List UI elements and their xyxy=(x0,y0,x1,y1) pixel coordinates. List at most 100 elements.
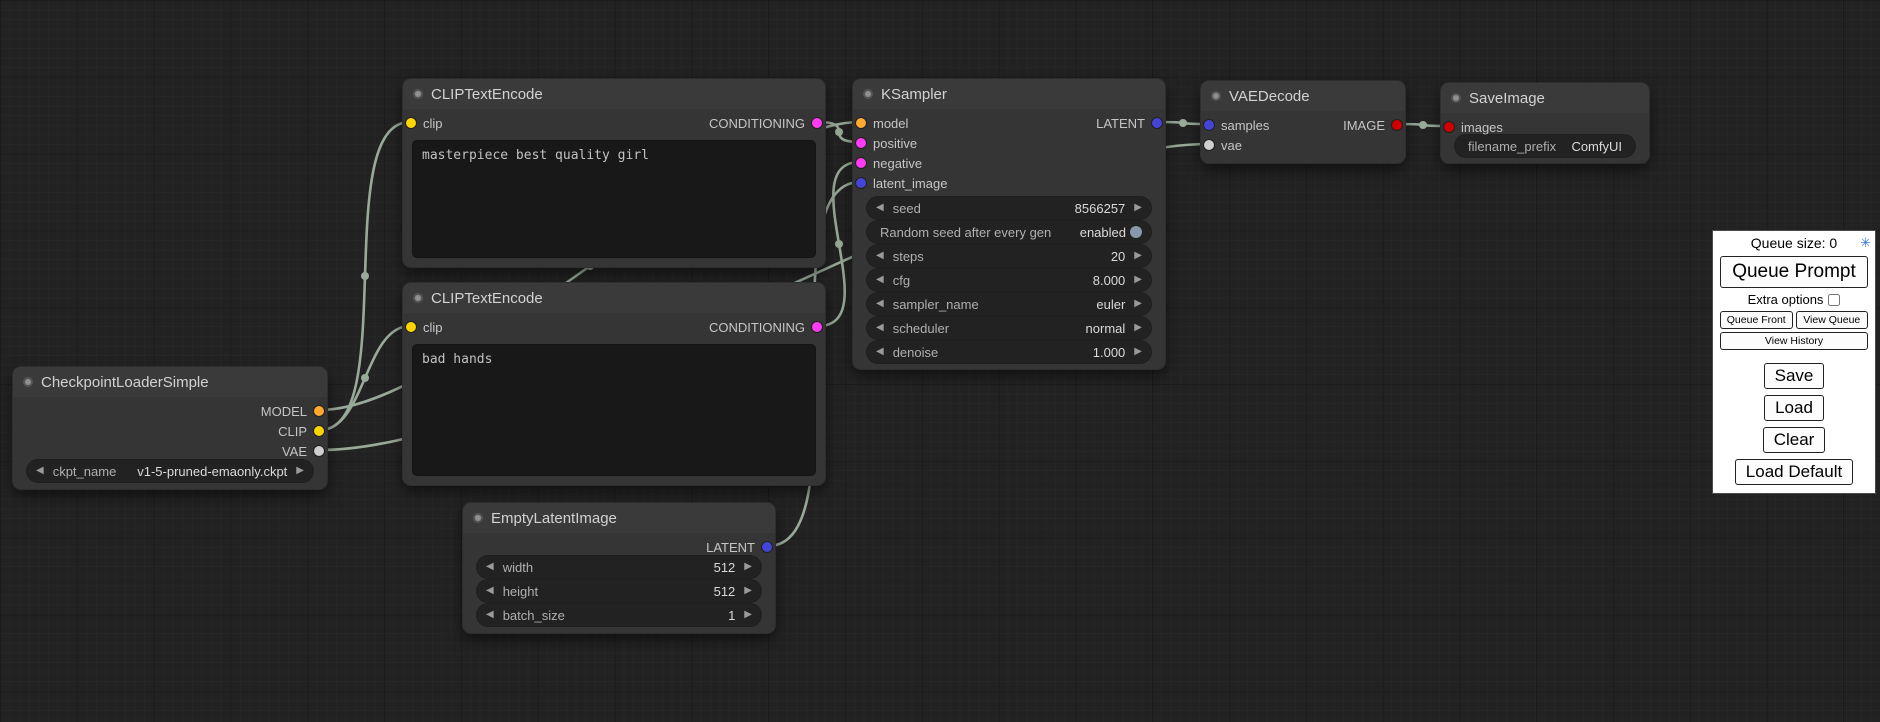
batch-size-widget[interactable]: ◀ batch_size 1 ▶ xyxy=(477,604,761,626)
extra-options-row: Extra options xyxy=(1720,291,1868,308)
height-widget[interactable]: ◀ height 512 ▶ xyxy=(477,580,761,602)
view-history-button[interactable]: View History xyxy=(1720,332,1868,350)
widget-value: enabled xyxy=(1080,225,1126,240)
view-queue-button[interactable]: View Queue xyxy=(1796,311,1869,329)
decrement-arrow-icon[interactable]: ◀ xyxy=(876,347,884,357)
widget-label: batch_size xyxy=(503,608,565,623)
prompt-textarea[interactable]: masterpiece best quality girl xyxy=(413,141,815,257)
increment-arrow-icon[interactable]: ▶ xyxy=(1134,323,1142,333)
image-output-dot[interactable] xyxy=(1392,120,1402,130)
settings-gear-icon[interactable]: ✳ xyxy=(1860,235,1871,251)
node-clip-text-encode-positive[interactable]: CLIPTextEncode clip CONDITIONING masterp… xyxy=(402,78,826,268)
toggle-on-indicator[interactable] xyxy=(1130,226,1142,238)
negative-input-dot[interactable] xyxy=(856,158,866,168)
node-checkpoint-loader[interactable]: CheckpointLoaderSimple MODEL CLIP VAE ◀ … xyxy=(12,366,328,490)
model-output-dot[interactable] xyxy=(314,406,324,416)
increment-arrow-icon[interactable]: ▶ xyxy=(1134,347,1142,357)
node-title: CLIPTextEncode xyxy=(431,86,543,103)
clip-input-dot[interactable] xyxy=(406,322,416,332)
increment-arrow-icon[interactable]: ▶ xyxy=(1134,299,1142,309)
widget-value: ComfyUI xyxy=(1571,139,1622,154)
filename-prefix-widget[interactable]: filename_prefix ComfyUI xyxy=(1455,135,1635,157)
decrement-arrow-icon[interactable]: ◀ xyxy=(876,323,884,333)
queue-prompt-button[interactable]: Queue Prompt xyxy=(1720,256,1868,288)
decrement-arrow-icon[interactable]: ◀ xyxy=(876,203,884,213)
slot-label: clip xyxy=(423,116,443,131)
node-empty-latent-image[interactable]: EmptyLatentImage LATENT ◀ width 512 ▶ ◀ … xyxy=(462,502,776,634)
node-ksampler[interactable]: KSampler model positive negative latent_… xyxy=(852,78,1166,370)
scheduler-widget[interactable]: ◀ scheduler normal ▶ xyxy=(867,317,1151,339)
node-vae-decode[interactable]: VAEDecode samples vae IMAGE xyxy=(1200,80,1406,164)
node-clip-text-encode-negative[interactable]: CLIPTextEncode clip CONDITIONING bad han… xyxy=(402,282,826,486)
increment-arrow-icon[interactable]: ▶ xyxy=(744,610,752,620)
collapse-dot-icon[interactable] xyxy=(473,513,483,523)
clear-button[interactable]: Clear xyxy=(1763,427,1826,453)
increment-arrow-icon[interactable]: ▶ xyxy=(744,562,752,572)
collapse-dot-icon[interactable] xyxy=(863,89,873,99)
decrement-arrow-icon[interactable]: ◀ xyxy=(486,610,494,620)
node-title-bar: EmptyLatentImage xyxy=(463,503,775,533)
collapse-dot-icon[interactable] xyxy=(413,89,423,99)
increment-arrow-icon[interactable]: ▶ xyxy=(744,586,752,596)
widget-label: sampler_name xyxy=(893,297,979,312)
input-slot-positive: positive xyxy=(856,133,917,153)
output-slot-latent: LATENT xyxy=(706,537,772,557)
seed-widget[interactable]: ◀ seed 8566257 ▶ xyxy=(867,197,1151,219)
clip-input-dot[interactable] xyxy=(406,118,416,128)
conditioning-output-dot[interactable] xyxy=(812,118,822,128)
conditioning-output-dot[interactable] xyxy=(812,322,822,332)
increment-arrow-icon[interactable]: ▶ xyxy=(1134,251,1142,261)
clip-output-dot[interactable] xyxy=(314,426,324,436)
positive-input-dot[interactable] xyxy=(856,138,866,148)
decrement-arrow-icon[interactable]: ◀ xyxy=(876,299,884,309)
width-widget[interactable]: ◀ width 512 ▶ xyxy=(477,556,761,578)
collapse-dot-icon[interactable] xyxy=(413,293,423,303)
widget-label: filename_prefix xyxy=(1468,139,1556,154)
decrement-arrow-icon[interactable]: ◀ xyxy=(486,586,494,596)
ckpt-name-widget[interactable]: ◀ ckpt_name v1-5-pruned-emaonly.ckpt ▶ xyxy=(27,460,313,482)
vae-output-dot[interactable] xyxy=(314,446,324,456)
collapse-dot-icon[interactable] xyxy=(23,377,33,387)
increment-arrow-icon[interactable]: ▶ xyxy=(1134,203,1142,213)
collapse-dot-icon[interactable] xyxy=(1451,93,1461,103)
increment-arrow-icon[interactable]: ▶ xyxy=(1134,275,1142,285)
random-seed-toggle-widget[interactable]: Random seed after every gen enabled xyxy=(867,221,1151,243)
widget-label: height xyxy=(503,584,538,599)
increment-arrow-icon[interactable]: ▶ xyxy=(296,466,304,476)
decrement-arrow-icon[interactable]: ◀ xyxy=(876,251,884,261)
sampler-name-widget[interactable]: ◀ sampler_name euler ▶ xyxy=(867,293,1151,315)
images-input-dot[interactable] xyxy=(1444,122,1454,132)
node-title-bar: KSampler xyxy=(853,79,1165,109)
output-slot-model: MODEL xyxy=(261,401,324,421)
node-save-image[interactable]: SaveImage images filename_prefix ComfyUI xyxy=(1440,82,1650,164)
widget-value: normal xyxy=(1086,321,1126,336)
load-button[interactable]: Load xyxy=(1764,395,1824,421)
queue-size-label: Queue size: 0 xyxy=(1751,235,1837,251)
decrement-arrow-icon[interactable]: ◀ xyxy=(36,466,44,476)
node-title-bar: CLIPTextEncode xyxy=(403,283,825,313)
extra-options-checkbox[interactable] xyxy=(1828,294,1840,306)
latent-output-dot[interactable] xyxy=(762,542,772,552)
cfg-widget[interactable]: ◀ cfg 8.000 ▶ xyxy=(867,269,1151,291)
vae-input-dot[interactable] xyxy=(1204,140,1214,150)
widget-value: euler xyxy=(1096,297,1125,312)
slot-label: LATENT xyxy=(706,540,755,555)
prompt-textarea[interactable]: bad hands xyxy=(413,345,815,475)
widget-value: 512 xyxy=(714,584,736,599)
collapse-dot-icon[interactable] xyxy=(1211,91,1221,101)
save-button[interactable]: Save xyxy=(1764,363,1825,389)
widget-label: width xyxy=(503,560,533,575)
queue-front-button[interactable]: Queue Front xyxy=(1720,311,1793,329)
samples-input-dot[interactable] xyxy=(1204,120,1214,130)
load-default-button[interactable]: Load Default xyxy=(1735,459,1853,485)
decrement-arrow-icon[interactable]: ◀ xyxy=(876,275,884,285)
denoise-widget[interactable]: ◀ denoise 1.000 ▶ xyxy=(867,341,1151,363)
latent-image-input-dot[interactable] xyxy=(856,178,866,188)
decrement-arrow-icon[interactable]: ◀ xyxy=(486,562,494,572)
output-slot-image: IMAGE xyxy=(1343,115,1402,135)
slot-label: MODEL xyxy=(261,404,307,419)
latent-output-dot[interactable] xyxy=(1152,118,1162,128)
steps-widget[interactable]: ◀ steps 20 ▶ xyxy=(867,245,1151,267)
node-graph-canvas[interactable]: { "canvas": { "bg_color": "#222222", "li… xyxy=(0,0,1880,722)
model-input-dot[interactable] xyxy=(856,118,866,128)
